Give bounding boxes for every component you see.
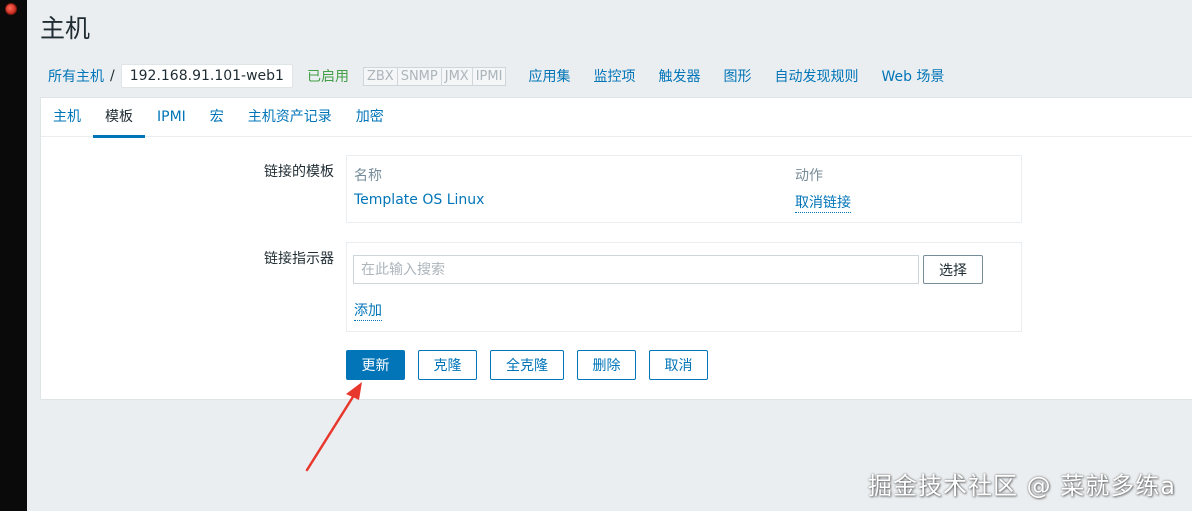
- page-title: 主机: [40, 14, 91, 43]
- tab-encryption[interactable]: 加密: [344, 98, 396, 137]
- clone-button[interactable]: 克隆: [418, 350, 477, 380]
- column-name: 名称: [354, 168, 382, 184]
- link-new-templates-box: 选择 添加: [346, 242, 1022, 332]
- delete-button[interactable]: 删除: [577, 350, 636, 380]
- linked-templates-table: 名称 动作 Template OS Linux 取消链接: [346, 155, 1022, 223]
- tab-macros[interactable]: 宏: [198, 98, 236, 137]
- nav-web-scenarios[interactable]: Web 场景: [881, 66, 944, 86]
- tab-bar: 主机 模板 IPMI 宏 主机资产记录 加密: [41, 98, 1192, 138]
- nav-items[interactable]: 监控项: [593, 66, 635, 86]
- tab-templates[interactable]: 模板: [93, 98, 145, 138]
- host-form-panel: 主机 模板 IPMI 宏 主机资产记录 加密 链接的模板 名称 动作 Templ…: [40, 97, 1192, 400]
- breadcrumb-separator: /: [110, 68, 115, 84]
- linked-templates-label: 链接的模板: [264, 164, 334, 180]
- window-close-dot-icon[interactable]: [5, 3, 17, 15]
- tab-ipmi[interactable]: IPMI: [145, 98, 198, 137]
- page: 主机 所有主机 / 192.168.91.101-web1 已启用 ZBX SN…: [27, 0, 1192, 511]
- full-clone-button[interactable]: 全克隆: [490, 350, 564, 380]
- link-new-templates-label: 链接指示器: [264, 251, 334, 267]
- left-window-strip: [0, 0, 27, 511]
- host-navigation: 所有主机 / 192.168.91.101-web1 已启用 ZBX SNMP …: [40, 62, 944, 90]
- breadcrumb-all-hosts[interactable]: 所有主机: [48, 66, 104, 86]
- availability-indicators: ZBX SNMP JMX IPMI: [362, 66, 507, 86]
- availability-ipmi: IPMI: [475, 68, 503, 84]
- template-search-input[interactable]: [353, 255, 919, 284]
- availability-jmx: JMX: [442, 67, 473, 85]
- unlink-template-link[interactable]: 取消链接: [795, 192, 851, 213]
- nav-discovery-rules[interactable]: 自动发现规则: [774, 66, 858, 86]
- tab-host[interactable]: 主机: [41, 98, 93, 137]
- nav-graphs[interactable]: 图形: [723, 66, 751, 86]
- availability-zbx: ZBX: [364, 67, 398, 85]
- update-button[interactable]: 更新: [346, 350, 405, 380]
- nav-applications[interactable]: 应用集: [528, 66, 570, 86]
- select-template-button[interactable]: 选择: [923, 255, 983, 284]
- column-action: 动作: [795, 168, 823, 184]
- add-template-link[interactable]: 添加: [354, 300, 382, 321]
- status-enabled[interactable]: 已启用: [307, 66, 349, 86]
- cancel-button[interactable]: 取消: [649, 350, 708, 380]
- breadcrumb-current-host: 192.168.91.101-web1: [120, 64, 293, 88]
- nav-triggers[interactable]: 触发器: [658, 66, 700, 86]
- availability-snmp: SNMP: [398, 67, 442, 85]
- template-name-link[interactable]: Template OS Linux: [354, 192, 484, 208]
- tab-inventory[interactable]: 主机资产记录: [236, 98, 344, 137]
- watermark-text: 掘金技术社区 @ 菜就多练a: [868, 472, 1176, 500]
